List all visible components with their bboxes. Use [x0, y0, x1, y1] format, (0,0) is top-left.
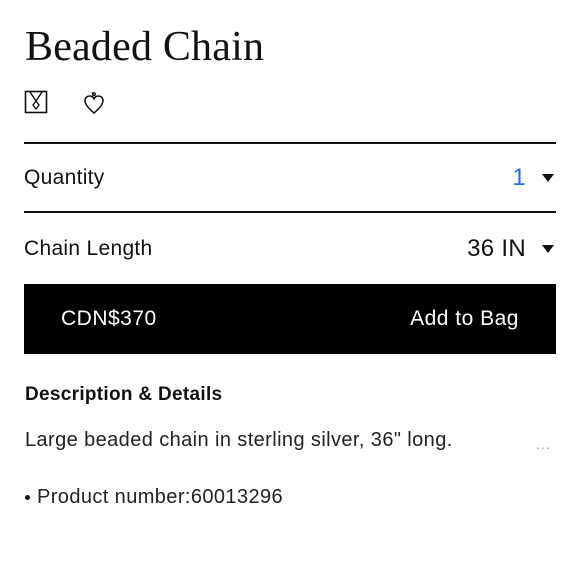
quantity-value: 1: [512, 164, 526, 191]
heart-pendant-icon[interactable]: [82, 90, 108, 116]
quantity-label: Quantity: [24, 166, 105, 189]
price: CDN$370: [61, 307, 157, 330]
chevron-down-icon: [542, 245, 554, 253]
quantity-select[interactable]: 1: [512, 164, 556, 192]
product-number: Product number:60013296: [37, 486, 284, 508]
necklace-box-icon[interactable]: [24, 90, 50, 116]
quantity-row[interactable]: Quantity 1: [24, 156, 556, 200]
chain-length-label: Chain Length: [24, 237, 153, 260]
add-to-bag-button[interactable]: CDN$370 Add to Bag: [24, 284, 556, 354]
product-icons: [24, 90, 144, 116]
chain-length-row[interactable]: Chain Length 36 IN: [24, 227, 556, 271]
chain-length-value: 36 IN: [467, 235, 526, 262]
description-heading: Description & Details: [25, 384, 223, 405]
read-more-ellipsis[interactable]: ...: [536, 436, 551, 452]
description-text: Large beaded chain in sterling silver, 3…: [25, 429, 453, 451]
chain-length-select[interactable]: 36 IN: [467, 235, 556, 263]
chevron-down-icon: [542, 174, 554, 182]
list-item: Product number:60013296: [25, 486, 283, 509]
product-title: Beaded Chain: [25, 24, 265, 70]
divider-middle: [24, 211, 556, 213]
divider-top: [24, 142, 556, 144]
bullet-icon: [25, 495, 30, 500]
add-to-bag-label: Add to Bag: [410, 307, 519, 330]
